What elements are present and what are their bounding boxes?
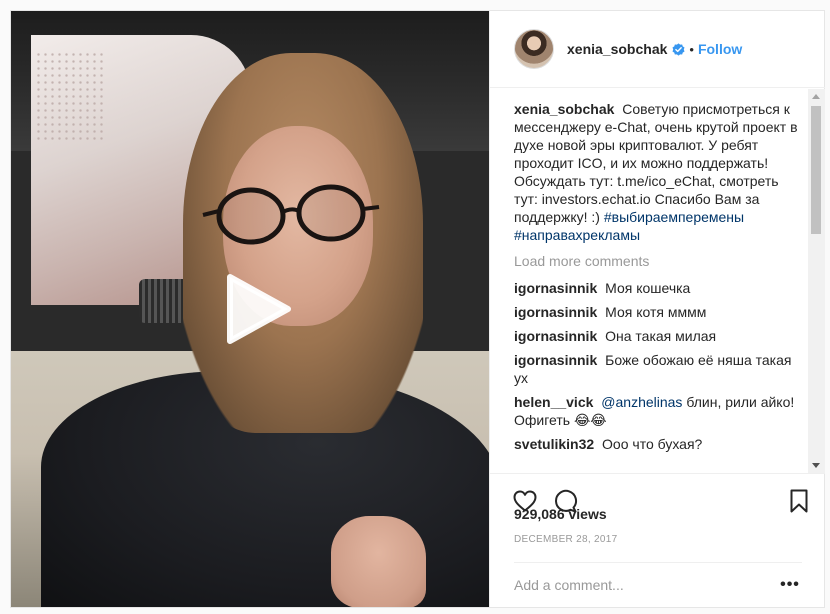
- view-count[interactable]: 929,086 views: [514, 506, 607, 522]
- follow-button[interactable]: Follow: [698, 41, 742, 57]
- comment-username[interactable]: igornasinnik: [514, 328, 597, 344]
- comment-item: igornasinnik Моя котя мммм: [514, 303, 799, 321]
- comment-username[interactable]: svetulikin32: [514, 436, 594, 452]
- comment-item: igornasinnik Она такая милая: [514, 327, 799, 345]
- post-date[interactable]: DECEMBER 28, 2017: [514, 534, 617, 545]
- comments-list[interactable]: xenia_sobchak Советую присмотреться к ме…: [490, 89, 825, 473]
- instagram-post: xenia_sobchak • Follow xenia_sobchak Сов…: [10, 10, 825, 608]
- hashtag-link[interactable]: #выбираемперемены: [604, 209, 744, 225]
- comments-scrollbar[interactable]: [808, 89, 825, 473]
- avatar[interactable]: [514, 29, 554, 69]
- load-more-comments-button[interactable]: Load more comments: [514, 252, 799, 270]
- header-username[interactable]: xenia_sobchak: [567, 41, 667, 57]
- post-video[interactable]: [11, 11, 489, 607]
- comment-text: Моя котя мммм: [605, 304, 707, 320]
- post-header: xenia_sobchak • Follow: [490, 11, 825, 88]
- comment-username[interactable]: helen__vick: [514, 394, 593, 410]
- video-person-hand: [331, 516, 426, 607]
- post-caption: xenia_sobchak Советую присмотреться к ме…: [514, 100, 799, 244]
- more-options-icon[interactable]: •••: [778, 576, 802, 594]
- comment-text: Ооо что бухая?: [602, 436, 703, 452]
- comment-username[interactable]: igornasinnik: [514, 352, 597, 368]
- comment-text: Моя кошечка: [605, 280, 691, 296]
- comment-item: svetulikin32 Ооо что бухая?: [514, 435, 799, 453]
- scroll-up-arrow-icon[interactable]: [812, 94, 820, 99]
- comment-item: helen__vick @anzhelinas блин, рили айко!…: [514, 393, 799, 429]
- comment-username[interactable]: igornasinnik: [514, 304, 597, 320]
- video-glasses: [202, 184, 380, 245]
- scroll-down-arrow-icon[interactable]: [812, 463, 820, 468]
- comment-item: igornasinnik Боже обожаю её няша такая у…: [514, 351, 799, 387]
- caption-username[interactable]: xenia_sobchak: [514, 101, 614, 117]
- header-separator: •: [689, 41, 694, 57]
- scrollbar-thumb[interactable]: [811, 106, 821, 234]
- comment-text: Она такая милая: [605, 328, 717, 344]
- play-icon[interactable]: [216, 269, 296, 349]
- comment-item: igornasinnik Моя кошечка: [514, 279, 799, 297]
- video-window-pattern: [35, 51, 105, 141]
- bookmark-icon[interactable]: [786, 488, 812, 514]
- add-comment-input[interactable]: [514, 577, 778, 593]
- hashtag-link[interactable]: #направахрекламы: [514, 227, 640, 243]
- add-comment-bar: •••: [514, 562, 802, 607]
- post-side-panel: xenia_sobchak • Follow xenia_sobchak Сов…: [489, 11, 825, 607]
- comment-username[interactable]: igornasinnik: [514, 280, 597, 296]
- caption-text: Советую присмотреться к мессенджеру e-Ch…: [514, 101, 798, 225]
- verified-badge-icon: [672, 42, 685, 56]
- comment-mention-link[interactable]: @anzhelinas: [601, 394, 682, 410]
